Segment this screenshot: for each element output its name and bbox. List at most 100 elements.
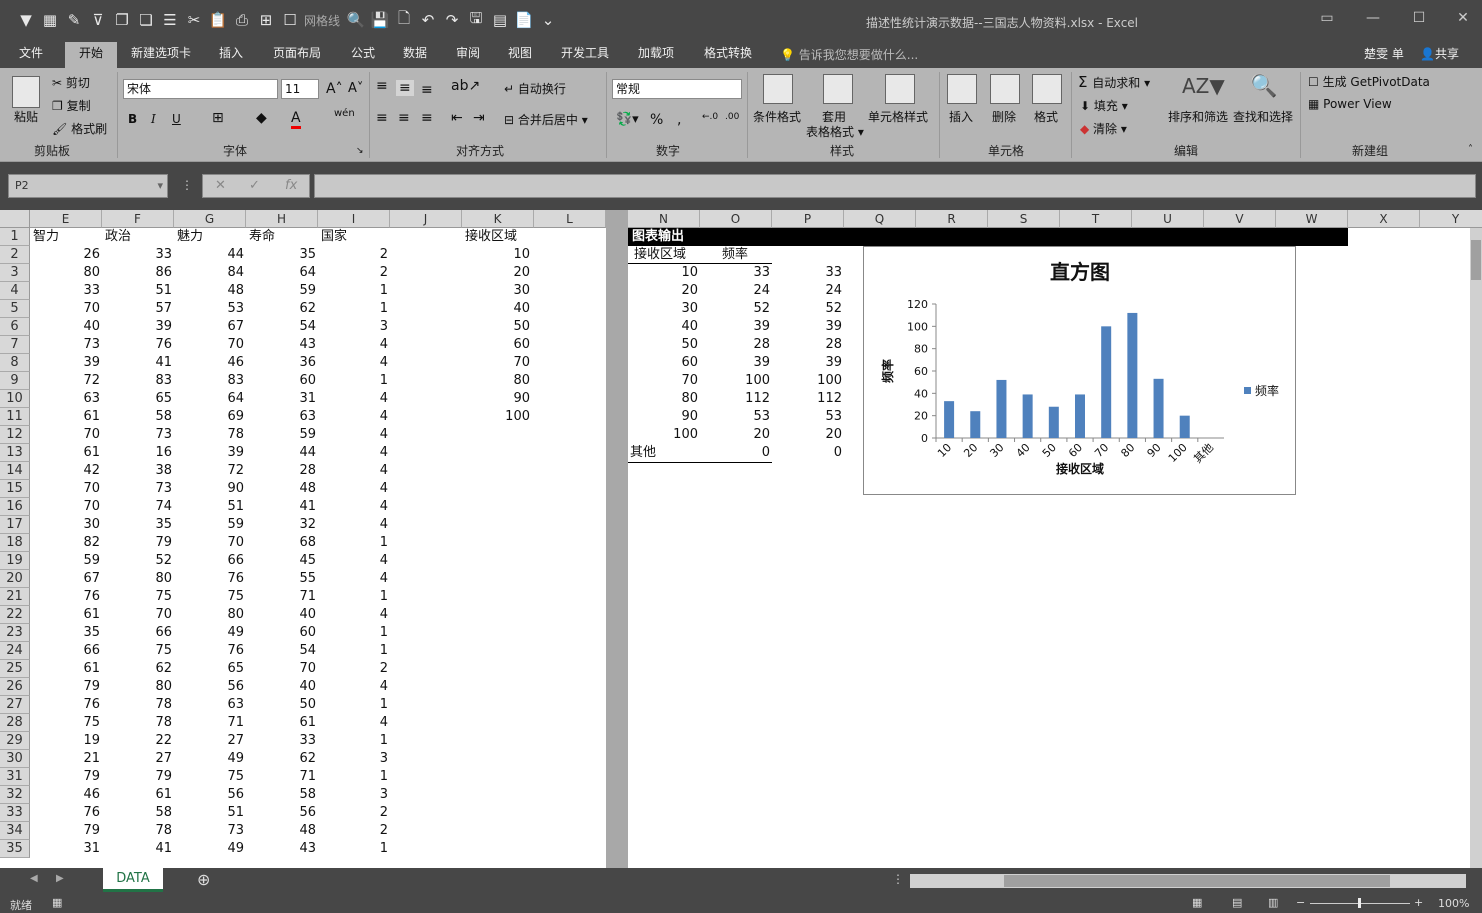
number-format-select[interactable]: 常规 <box>612 79 742 99</box>
output-title[interactable]: 图表输出 <box>628 228 1348 246</box>
output-freq[interactable]: 39 <box>700 354 770 372</box>
horizontal-scroll-thumb[interactable] <box>1004 875 1390 887</box>
row-header[interactable]: 23 <box>0 624 30 642</box>
data-cell[interactable]: 66 <box>104 624 174 642</box>
data-cell[interactable]: 62 <box>248 750 318 768</box>
data-cell[interactable]: 79 <box>32 822 102 840</box>
conditional-format-icon[interactable] <box>763 74 793 104</box>
data-cell[interactable]: 41 <box>248 498 318 516</box>
data-cell[interactable]: 2 <box>320 804 390 822</box>
data-cell[interactable]: 4 <box>320 462 390 480</box>
row-header[interactable]: 13 <box>0 444 30 462</box>
data-cell[interactable]: 62 <box>248 300 318 318</box>
data-cell[interactable]: 71 <box>248 588 318 606</box>
tab-file[interactable]: 文件 <box>8 42 54 68</box>
output-bin[interactable]: 其他 <box>630 444 656 462</box>
output-freq[interactable]: 24 <box>700 282 770 300</box>
data-cell[interactable]: 78 <box>176 426 246 444</box>
clear-filter-icon[interactable]: ⊽ <box>86 8 110 32</box>
collapse-ribbon-icon[interactable]: ˄ <box>1468 144 1473 155</box>
data-cell[interactable]: 70 <box>32 426 102 444</box>
output-bin[interactable]: 80 <box>628 390 698 408</box>
data-cell[interactable]: 76 <box>32 804 102 822</box>
bin-cell[interactable]: 20 <box>462 264 532 282</box>
row-header[interactable]: 29 <box>0 732 30 750</box>
data-cell[interactable]: 44 <box>176 246 246 264</box>
horizontal-scrollbar[interactable] <box>910 874 1466 888</box>
paste-format-icon[interactable]: ❏ <box>134 8 158 32</box>
row-header[interactable]: 33 <box>0 804 30 822</box>
data-cell[interactable]: 64 <box>248 264 318 282</box>
delete-cells-icon[interactable] <box>990 74 1020 104</box>
data-cell[interactable]: 4 <box>320 444 390 462</box>
row-header[interactable]: 30 <box>0 750 30 768</box>
row-header[interactable]: 19 <box>0 552 30 570</box>
data-cell[interactable]: 90 <box>176 480 246 498</box>
data-cell[interactable]: 72 <box>176 462 246 480</box>
data-cell[interactable]: 75 <box>104 588 174 606</box>
header-cell[interactable]: 魅力 <box>177 228 203 246</box>
data-cell[interactable]: 4 <box>320 570 390 588</box>
increase-font-icon[interactable]: A˄ <box>326 81 343 97</box>
format-table-button-line2[interactable]: 表格格式 ▾ <box>806 123 864 140</box>
data-cell[interactable]: 41 <box>104 354 174 372</box>
data-cell[interactable]: 61 <box>32 660 102 678</box>
bin-cell[interactable]: 40 <box>462 300 532 318</box>
output-copy[interactable]: 52 <box>772 300 842 318</box>
data-cell[interactable]: 80 <box>176 606 246 624</box>
data-cell[interactable]: 1 <box>320 696 390 714</box>
format-cells-icon[interactable] <box>1032 74 1062 104</box>
select-all-corner[interactable] <box>0 210 30 228</box>
grid-icon[interactable]: ▦ <box>38 8 62 32</box>
data-cell[interactable]: 51 <box>176 804 246 822</box>
sheet-tab-data[interactable]: DATA <box>103 868 163 892</box>
tab-insert[interactable]: 插入 <box>208 42 254 68</box>
data-cell[interactable]: 48 <box>248 822 318 840</box>
cancel-icon[interactable]: ✕ <box>215 175 226 197</box>
row-header[interactable]: 26 <box>0 678 30 696</box>
data-cell[interactable]: 69 <box>176 408 246 426</box>
name-box[interactable]: P2 ▾ <box>8 174 168 198</box>
data-cell[interactable]: 70 <box>32 480 102 498</box>
data-cell[interactable]: 39 <box>176 444 246 462</box>
print-icon[interactable]: ⎙ <box>230 8 254 32</box>
row-header[interactable]: 8 <box>0 354 30 372</box>
row-header[interactable]: 21 <box>0 588 30 606</box>
data-cell[interactable]: 80 <box>104 678 174 696</box>
bin-cell[interactable]: 60 <box>462 336 532 354</box>
autosum-button[interactable]: Σ 自动求和 ▾ <box>1078 73 1150 91</box>
undo-icon[interactable]: ↶ <box>416 8 440 32</box>
tab-page-layout[interactable]: 页面布局 <box>262 42 332 68</box>
merge-center-button[interactable]: ⊟ 合并后居中 ▾ <box>504 111 588 128</box>
bin-cell[interactable]: 50 <box>462 318 532 336</box>
data-cell[interactable]: 58 <box>104 804 174 822</box>
increase-indent-icon[interactable]: ⇥ <box>473 110 485 126</box>
page-layout-icon[interactable]: ▤ <box>1232 896 1242 909</box>
data-cell[interactable]: 70 <box>176 534 246 552</box>
row-header[interactable]: 7 <box>0 336 30 354</box>
data-cell[interactable]: 4 <box>320 606 390 624</box>
data-cell[interactable]: 35 <box>248 246 318 264</box>
data-cell[interactable]: 73 <box>104 426 174 444</box>
data-cell[interactable]: 42 <box>32 462 102 480</box>
font-color-icon[interactable]: A <box>291 110 301 129</box>
underline-button[interactable]: U <box>172 112 181 126</box>
data-cell[interactable]: 27 <box>176 732 246 750</box>
data-cell[interactable]: 55 <box>248 570 318 588</box>
row-header[interactable]: 15 <box>0 480 30 498</box>
data-cell[interactable]: 74 <box>104 498 174 516</box>
output-bin[interactable]: 90 <box>628 408 698 426</box>
data-cell[interactable]: 76 <box>176 570 246 588</box>
data-cell[interactable]: 22 <box>104 732 174 750</box>
next-sheet-icon[interactable]: ▶ <box>56 873 64 884</box>
data-cell[interactable]: 33 <box>248 732 318 750</box>
data-cell[interactable]: 78 <box>104 822 174 840</box>
data-cell[interactable]: 76 <box>32 588 102 606</box>
data-cell[interactable]: 72 <box>32 372 102 390</box>
ribbon-display-icon[interactable]: ▭ <box>1312 10 1342 32</box>
table-icon[interactable]: ⊞ <box>254 8 278 32</box>
data-cell[interactable]: 75 <box>32 714 102 732</box>
row-header[interactable]: 28 <box>0 714 30 732</box>
row-header[interactable]: 35 <box>0 840 30 858</box>
data-cell[interactable]: 3 <box>320 750 390 768</box>
